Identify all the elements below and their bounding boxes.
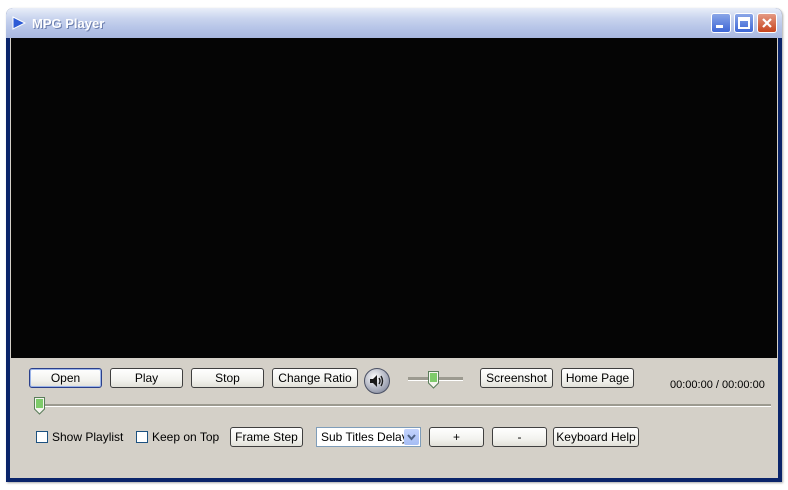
chevron-down-icon [407, 434, 416, 441]
title-bar[interactable]: MPG Player [6, 8, 782, 38]
maximize-button[interactable] [734, 13, 754, 33]
close-icon [762, 18, 772, 28]
client-area: Open Play Stop Change Ratio Screenshot H… [10, 38, 778, 478]
stop-button[interactable]: Stop [191, 368, 264, 388]
minimize-icon [716, 25, 723, 28]
keep-on-top-box[interactable] [136, 431, 148, 443]
open-button[interactable]: Open [29, 368, 102, 388]
keep-on-top-label: Keep on Top [152, 430, 220, 444]
show-playlist-checkbox[interactable]: Show Playlist [36, 429, 123, 445]
mute-button[interactable] [364, 368, 390, 394]
seek-slider-thumb[interactable] [34, 397, 45, 415]
player-window: MPG Player Open Play Stop Change Ratio S… [6, 8, 782, 482]
close-button[interactable] [757, 13, 777, 33]
dropdown-button[interactable] [404, 429, 419, 445]
volume-slider-thumb[interactable] [427, 371, 439, 389]
window-title: MPG Player [32, 16, 105, 31]
video-display[interactable] [11, 38, 777, 358]
play-triangle-icon [12, 16, 26, 30]
frame-step-button[interactable]: Frame Step [230, 427, 303, 447]
subtitle-delay-select[interactable]: Sub Titles Delay [316, 427, 421, 447]
play-button[interactable]: Play [110, 368, 183, 388]
time-display: 00:00:00 / 00:00:00 [670, 379, 765, 391]
seek-slider-track[interactable] [34, 404, 771, 407]
maximize-icon [738, 17, 750, 29]
show-playlist-label: Show Playlist [52, 430, 124, 444]
keep-on-top-checkbox[interactable]: Keep on Top [136, 429, 219, 445]
minus-button[interactable]: - [492, 427, 547, 447]
subtitle-delay-value: Sub Titles Delay [321, 430, 408, 444]
screenshot-button[interactable]: Screenshot [480, 368, 553, 388]
show-playlist-box[interactable] [36, 431, 48, 443]
minimize-button[interactable] [711, 13, 731, 33]
change-ratio-button[interactable]: Change Ratio [272, 368, 358, 388]
keyboard-help-button[interactable]: Keyboard Help [553, 427, 639, 447]
plus-button[interactable]: + [429, 427, 484, 447]
home-page-button[interactable]: Home Page [561, 368, 634, 388]
speaker-icon [370, 375, 384, 387]
